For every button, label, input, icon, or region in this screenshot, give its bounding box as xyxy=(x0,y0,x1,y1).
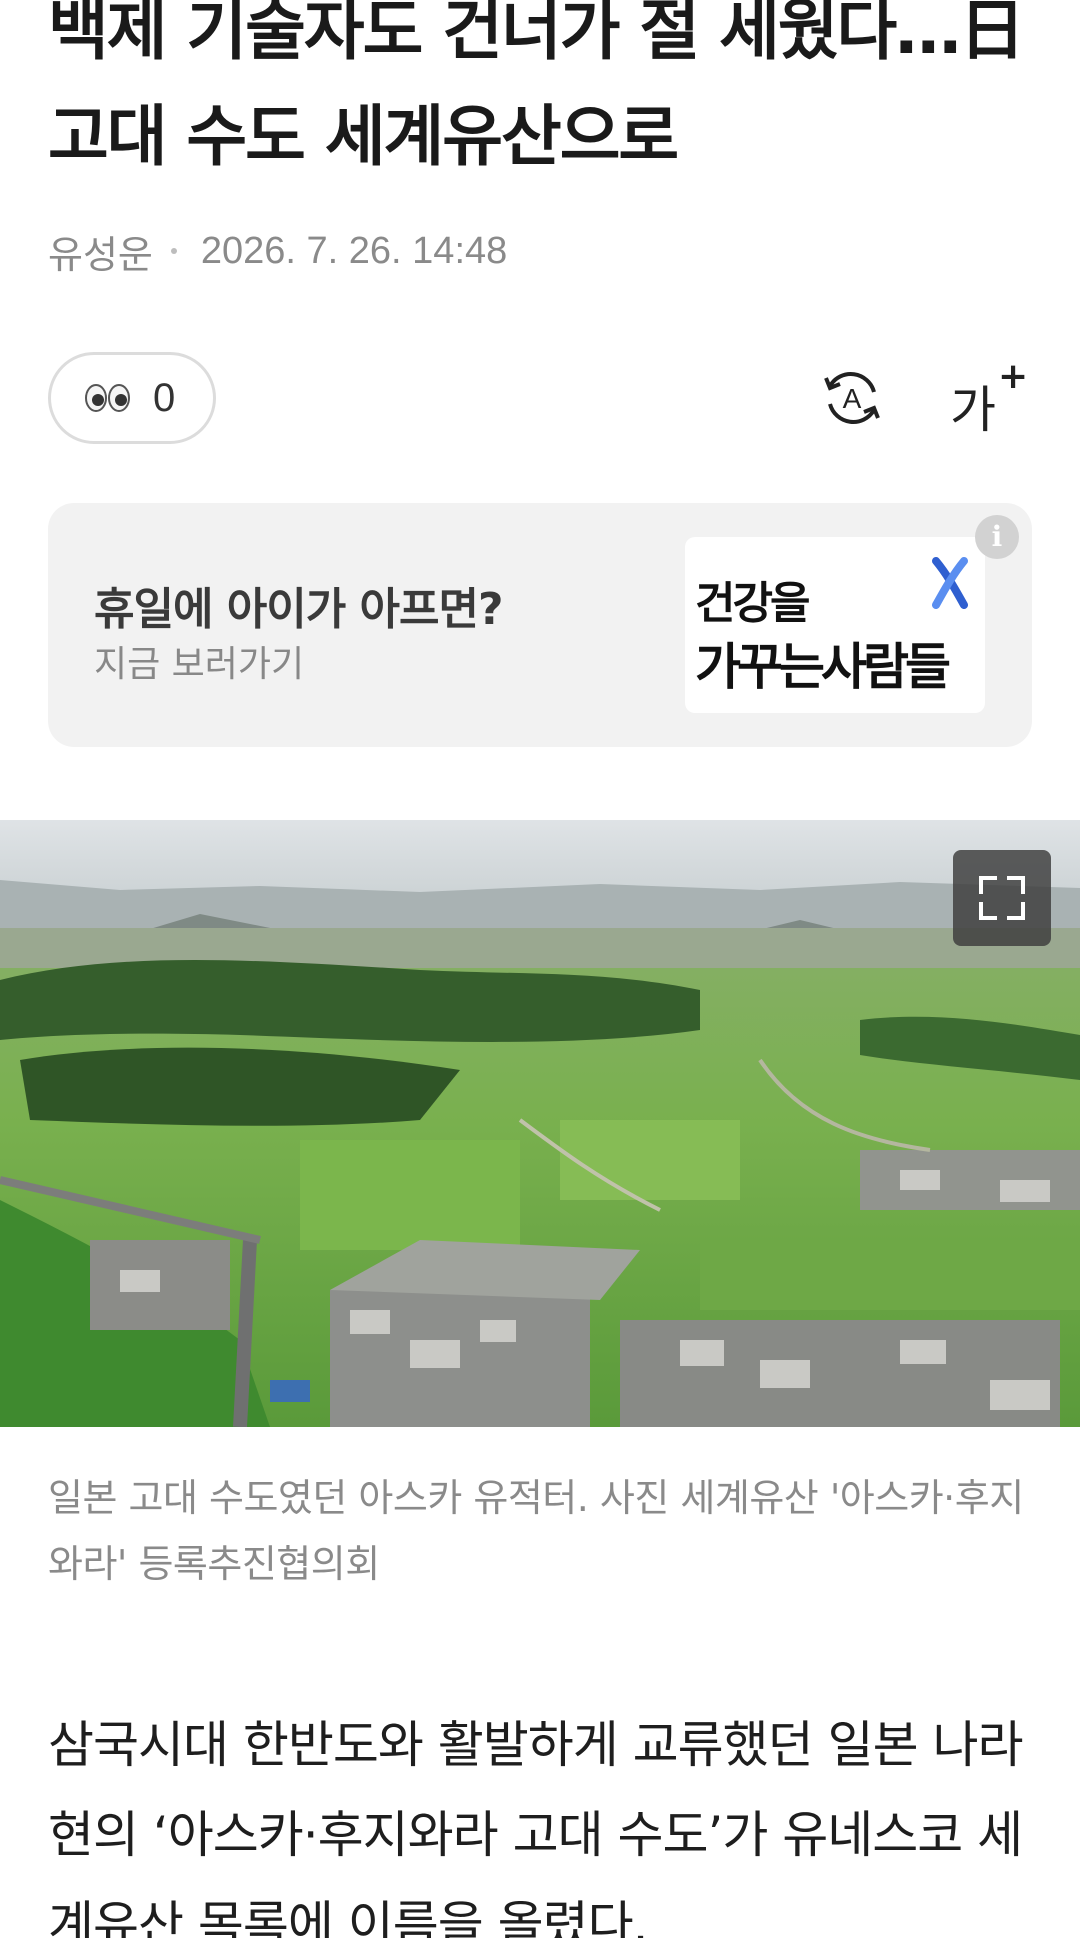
photo-caption: 일본 고대 수도였던 아스카 유적터. 사진 세계유산 '아스카·후지와라' 등… xyxy=(48,1476,1024,1586)
article-headline: 백제 기술자도 건너가 절 세웠다…日 고대 수도 세계유산으로 xyxy=(48,0,1025,175)
eyes-icon xyxy=(85,384,130,412)
ad-title: 휴일에 아이가 아프면? xyxy=(94,584,503,635)
meta-separator-dot xyxy=(170,248,177,254)
expand-icon xyxy=(979,876,1025,920)
reaction-button[interactable]: 0 xyxy=(48,352,216,444)
author-name[interactable]: 유성운 xyxy=(48,224,153,279)
ad-logo-line2: 가꾸는사람들 xyxy=(695,638,951,696)
ad-info-icon[interactable]: i xyxy=(975,515,1019,559)
font-size-button[interactable]: 가 + xyxy=(946,356,1028,439)
ad-logo-line1: 건강을 xyxy=(695,578,810,629)
article-photo[interactable] xyxy=(0,820,1080,1427)
publish-date: 2026. 7. 26. 14:48 xyxy=(200,229,508,272)
font-size-label: 가 xyxy=(950,381,996,439)
article-page: 백제 기술자도 건너가 절 세웠다…日 고대 수도 세계유산으로 유성운 202… xyxy=(0,0,1080,1938)
reaction-count: 0 xyxy=(153,375,176,420)
translate-icon[interactable]: A xyxy=(816,362,888,434)
ad-logo: 건강을 가꾸는사람들 xyxy=(685,537,985,713)
logo-mark-icon xyxy=(932,557,968,609)
article-meta: 유성운 2026. 7. 26. 14:48 xyxy=(48,224,508,279)
plus-icon: + xyxy=(998,356,1029,397)
ad-subtitle: 지금 보러가기 xyxy=(94,644,305,685)
article-body-paragraph: 삼국시대 한반도와 활발하게 교류했던 일본 나라현의 ‘아스카·후지와라 고대… xyxy=(48,1716,1023,1938)
fullscreen-button[interactable] xyxy=(953,850,1051,946)
ad-banner[interactable]: 휴일에 아이가 아프면? 지금 보러가기 건강을 가꾸는사람들 i xyxy=(48,503,1032,747)
svg-text:A: A xyxy=(843,383,862,414)
